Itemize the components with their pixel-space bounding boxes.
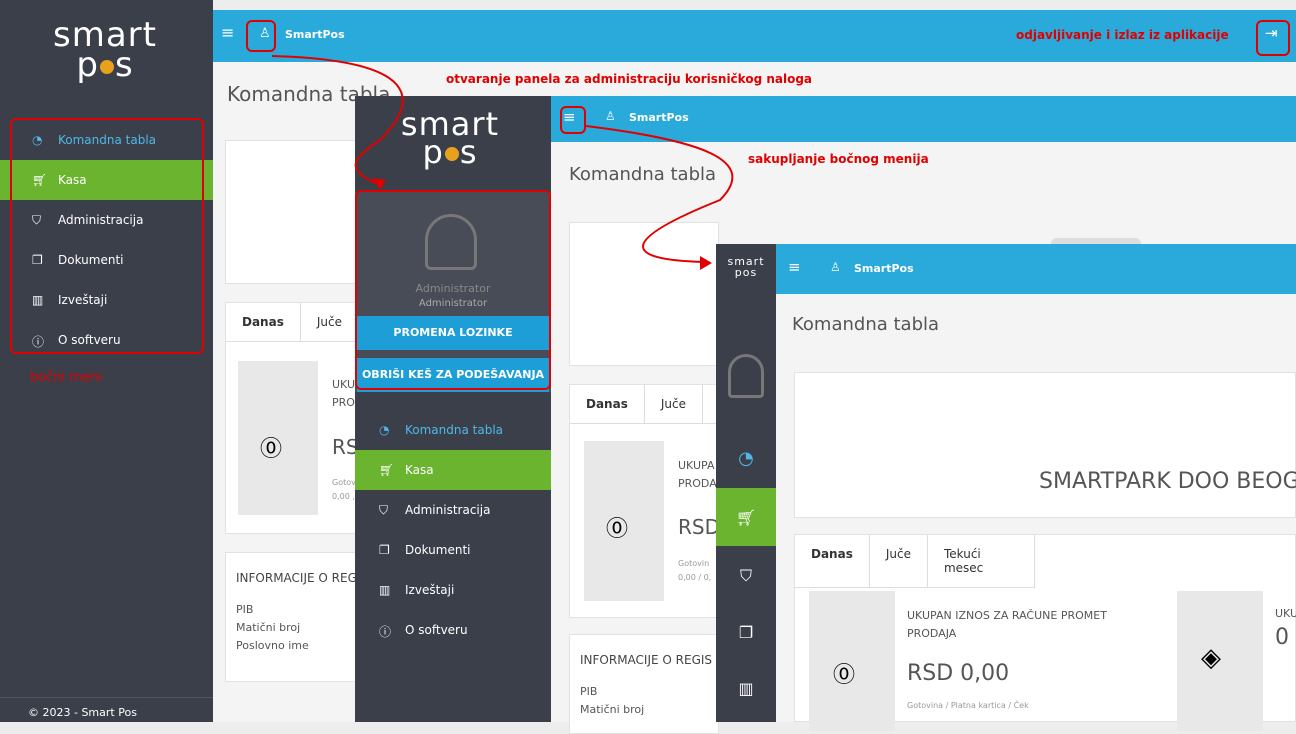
logo: smart ps [53, 15, 157, 85]
sidebar-item-label: Izveštaji [405, 583, 455, 597]
tab-juce[interactable]: Juče [645, 385, 703, 423]
info-icon: ⓘ [379, 625, 392, 639]
card-value: RSD 0,00 [907, 661, 1010, 686]
shield-icon[interactable]: ⛉ [716, 548, 776, 604]
annotation-account: otvaranje panela za administraciju koris… [446, 72, 813, 86]
documents-icon: ❐ [379, 543, 390, 557]
logout-highlight [1256, 20, 1290, 56]
sidebar-item-dokumenti[interactable]: ❐ Dokumenti [355, 530, 551, 570]
sidebar-item-komandna-tabla[interactable]: ◔ Komandna tabla [355, 410, 551, 450]
info-pib: PIB [580, 685, 598, 698]
card-title-2: PRODA [678, 477, 717, 490]
app-name: SmartPos [629, 111, 689, 124]
user-icon[interactable]: ♙ [830, 260, 841, 274]
page-title: Komandna tabla [569, 164, 717, 185]
gauge-icon: ◔ [379, 423, 390, 437]
card-sub-values: 0,00 , [332, 492, 355, 501]
sidebar-item-label: Dokumenti [405, 543, 471, 557]
banknote-icon: 🄋 [833, 663, 856, 688]
hamburger-icon[interactable]: ≡ [788, 258, 801, 276]
tab-danas[interactable]: Danas [795, 535, 870, 587]
sidebar-collapsed: smart pos ◔ 🛒︎ ⛉ ❐ ▥ [716, 244, 776, 722]
topbar-2: ≡ ♙ SmartPos [551, 96, 1296, 142]
card-title-2: PRO [332, 396, 355, 409]
info-pib: PIB [236, 603, 254, 616]
app-name: SmartPos [285, 28, 345, 41]
sidebar-item-label: O softveru [405, 623, 468, 637]
app-name: SmartPos [854, 262, 914, 275]
card-sub: Gotovin [678, 559, 710, 568]
tab-danas[interactable]: Danas [226, 303, 301, 341]
tab-juce[interactable]: Juče [870, 535, 928, 587]
sidebar-item-kasa[interactable]: 🛒︎ Kasa [355, 450, 551, 490]
card-title: UKUPA [678, 459, 715, 472]
layers-box: ◈ [1177, 591, 1263, 731]
user-icon[interactable]: ♙ [605, 109, 616, 123]
sidebar-item-administracija[interactable]: ⛉ Administracija [355, 490, 551, 530]
info-panel-2: INFORMACIJE O REGIS PIB Matični broj [569, 634, 719, 734]
card-2-value: 0 [1275, 625, 1289, 650]
sidebar-item-label: Administracija [405, 503, 491, 517]
book-icon[interactable]: ▥ [716, 660, 776, 716]
sidebar-item-label: Komandna tabla [405, 423, 504, 437]
gauge-icon[interactable]: ◔ [716, 430, 776, 486]
annotation-side-menu: bočni meni [30, 370, 102, 385]
tab-danas[interactable]: Danas [570, 385, 645, 423]
user-avatar-icon [728, 354, 764, 398]
info-mb: Matični broj [236, 621, 301, 634]
annotation-collapse: sakupljanje bočnog menija [748, 152, 929, 166]
card-sub-values: 0,00 / 0, [678, 573, 712, 582]
footer: © 2023 - Smart Pos [0, 697, 213, 727]
topbar-3: ≡ ♙ SmartPos [776, 244, 1296, 294]
hamburger-highlight [560, 106, 586, 134]
annotation-logout: odjavljivanje i izlaz iz aplikacije [1016, 28, 1229, 42]
tab-juce[interactable]: Juče [301, 303, 359, 341]
card-title: UKUPAN IZNOS ZA RAČUNE PROMET PRODAJA [907, 609, 1107, 640]
banknote-icon: 🄋 [260, 437, 283, 462]
card-2-title: UKU [1275, 607, 1296, 620]
sales-panel-2: Danas Juče 🄋 UKUPA PRODA RSD Gotovin 0,00… [569, 384, 720, 618]
page-title: Komandna tabla [792, 314, 940, 335]
card-title: UKU [332, 378, 356, 391]
company-panel-2 [569, 222, 719, 366]
cart-icon[interactable]: 🛒︎ [716, 488, 776, 546]
sidebar-main: smart ps ◔ Komandna tabla 🛒︎ Kasa ⛉ Adminis… [0, 0, 213, 722]
company-name: SMARTPARK DOO BEOG [1039, 469, 1296, 494]
money-box: 🄋 [809, 591, 895, 731]
card-value: RSD [678, 515, 720, 539]
sidebar-expanded: smart ps Administrator Administrator PRO… [355, 96, 551, 722]
sidebar-item-label: Kasa [405, 463, 434, 477]
shield-icon: ⛉ [379, 503, 389, 517]
info-title: INFORMACIJE O REGIS [580, 653, 713, 667]
info-mb: Matični broj [580, 703, 645, 716]
sales-panel-3: Danas Juče Tekući mesec 🄋 UKUPAN IZNOS Z… [794, 534, 1296, 731]
info-name: Poslovno ime [236, 639, 309, 652]
user-icon-highlight [246, 20, 276, 52]
documents-icon[interactable]: ❐ [716, 604, 776, 660]
book-icon: ▥ [379, 583, 391, 597]
logo-3: smart pos [727, 255, 765, 279]
sidebar-item-o-softveru[interactable]: ⓘ O softveru [355, 610, 551, 650]
company-panel-3: SMARTPARK DOO BEOG [794, 372, 1296, 518]
info-title: INFORMACIJE O REG [236, 571, 357, 585]
user-panel-highlight [355, 190, 551, 390]
card-sub: Gotovina / Platna kartica / Ček [907, 701, 1029, 710]
tab-tekuci-mesec[interactable]: Tekući mesec [928, 535, 1035, 587]
cart-icon: 🛒︎ [379, 463, 395, 477]
banknote-icon: 🄋 [606, 517, 629, 542]
hamburger-icon[interactable]: ≡ [221, 23, 234, 42]
sidebar-highlight [10, 118, 204, 354]
money-box: 🄋 [238, 361, 318, 515]
layers-icon: ◈ [1201, 643, 1221, 673]
money-box: 🄋 [584, 441, 664, 601]
logo-2: smart ps [400, 105, 500, 171]
card-sub: Gotov [332, 478, 356, 487]
sidebar-item-izvestaji[interactable]: ▥ Izveštaji [355, 570, 551, 610]
